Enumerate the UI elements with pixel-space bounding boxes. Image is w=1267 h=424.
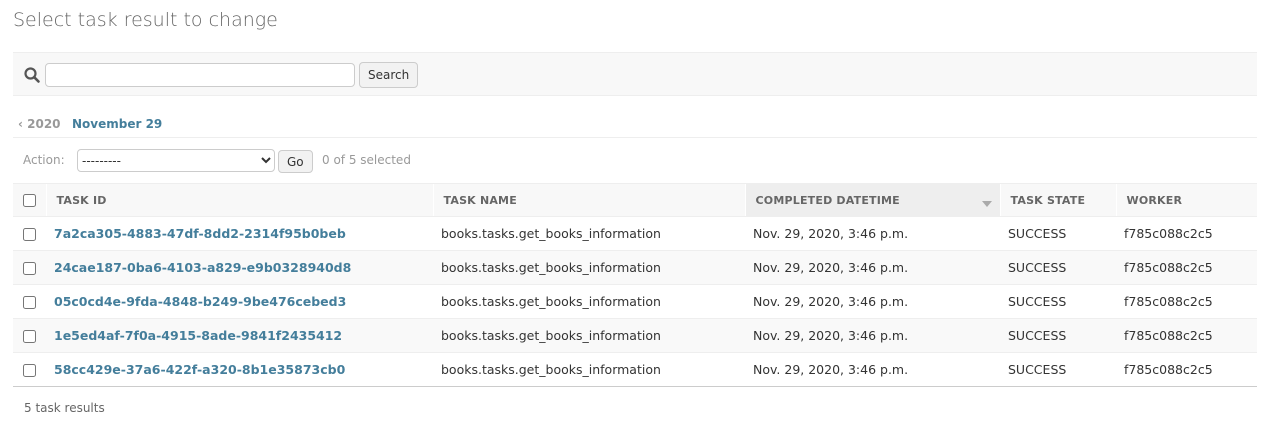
search-icon [23, 66, 41, 84]
completed-cell: Nov. 29, 2020, 3:46 p.m. [745, 216, 1000, 251]
task-id-link[interactable]: 1e5ed4af-7f0a-4915-8ade-9841f2435412 [54, 328, 342, 343]
table-row: 7a2ca305-4883-47df-8dd2-2314f95b0beb boo… [13, 216, 1257, 251]
paginator: 5 task results [24, 401, 105, 415]
worker-cell: f785c088c2c5 [1116, 318, 1257, 353]
task-id-link[interactable]: 7a2ca305-4883-47df-8dd2-2314f95b0beb [54, 226, 346, 241]
state-cell: SUCCESS [1000, 352, 1116, 387]
sort-descending-icon[interactable] [981, 201, 992, 207]
completed-cell: Nov. 29, 2020, 3:46 p.m. [745, 250, 1000, 285]
action-select[interactable]: --------- [77, 149, 275, 172]
row-checkbox[interactable] [23, 228, 36, 241]
table-row: 58cc429e-37a6-422f-a320-8b1e35873cb0 boo… [13, 352, 1257, 387]
table-row: 05c0cd4e-9fda-4848-b249-9be476cebed3 boo… [13, 284, 1257, 319]
column-task-name[interactable]: Task name [432, 183, 745, 217]
search-input[interactable] [45, 63, 355, 87]
row-checkbox[interactable] [23, 330, 36, 343]
task-name-cell: books.tasks.get_books_information [433, 284, 745, 319]
actions-bar: Action: --------- Go 0 of 5 selected [13, 143, 1257, 177]
row-check-cell [13, 318, 46, 353]
column-task-id[interactable]: Task ID [45, 183, 433, 217]
task-id-cell: 05c0cd4e-9fda-4848-b249-9be476cebed3 [46, 284, 433, 319]
table-row: 1e5ed4af-7f0a-4915-8ade-9841f2435412 boo… [13, 318, 1257, 353]
select-all-checkbox[interactable] [23, 193, 36, 207]
column-worker[interactable]: Worker [1115, 183, 1257, 217]
row-checkbox[interactable] [23, 296, 36, 309]
action-label: Action: [23, 153, 65, 167]
search-button[interactable]: Search [359, 62, 419, 88]
row-checkbox[interactable] [23, 364, 36, 377]
table-header-row: Task ID Task name Completed datetime Tas… [13, 183, 1257, 217]
task-id-cell: 7a2ca305-4883-47df-8dd2-2314f95b0beb [46, 216, 433, 251]
row-check-cell [13, 250, 46, 285]
completed-cell: Nov. 29, 2020, 3:46 p.m. [745, 284, 1000, 319]
column-completed-datetime-label: Completed datetime [755, 193, 900, 207]
task-id-link[interactable]: 24cae187-0ba6-4103-a829-e9b0328940d8 [54, 260, 351, 275]
page-title: Select task result to change [13, 9, 278, 31]
selected-count: 0 of 5 selected [322, 153, 411, 167]
select-all-header [13, 183, 46, 217]
state-cell: SUCCESS [1000, 250, 1116, 285]
state-cell: SUCCESS [1000, 284, 1116, 319]
row-check-cell [13, 284, 46, 319]
go-button[interactable]: Go [278, 150, 313, 173]
date-back-link[interactable]: ‹ 2020 [18, 117, 61, 131]
task-name-cell: books.tasks.get_books_information [433, 250, 745, 285]
table-row: 24cae187-0ba6-4103-a829-e9b0328940d8 boo… [13, 250, 1257, 285]
search-toolbar: Search [13, 52, 1257, 96]
row-check-cell [13, 352, 46, 387]
state-cell: SUCCESS [1000, 318, 1116, 353]
completed-cell: Nov. 29, 2020, 3:46 p.m. [745, 352, 1000, 387]
worker-cell: f785c088c2c5 [1116, 250, 1257, 285]
worker-cell: f785c088c2c5 [1116, 216, 1257, 251]
results-table: Task ID Task name Completed datetime Tas… [13, 183, 1257, 387]
task-id-link[interactable]: 05c0cd4e-9fda-4848-b249-9be476cebed3 [54, 294, 346, 309]
task-id-cell: 58cc429e-37a6-422f-a320-8b1e35873cb0 [46, 352, 433, 387]
column-task-state[interactable]: Task state [999, 183, 1116, 217]
worker-cell: f785c088c2c5 [1116, 284, 1257, 319]
row-checkbox[interactable] [23, 262, 36, 275]
task-name-cell: books.tasks.get_books_information [433, 216, 745, 251]
task-name-cell: books.tasks.get_books_information [433, 352, 745, 387]
state-cell: SUCCESS [1000, 216, 1116, 251]
task-id-cell: 24cae187-0ba6-4103-a829-e9b0328940d8 [46, 250, 433, 285]
column-completed-datetime[interactable]: Completed datetime [744, 183, 1000, 217]
row-check-cell [13, 216, 46, 251]
date-hierarchy: ‹ 2020 November 29 [13, 114, 1257, 138]
task-name-cell: books.tasks.get_books_information [433, 318, 745, 353]
task-id-cell: 1e5ed4af-7f0a-4915-8ade-9841f2435412 [46, 318, 433, 353]
date-current: November 29 [72, 117, 163, 131]
completed-cell: Nov. 29, 2020, 3:46 p.m. [745, 318, 1000, 353]
worker-cell: f785c088c2c5 [1116, 352, 1257, 387]
task-id-link[interactable]: 58cc429e-37a6-422f-a320-8b1e35873cb0 [54, 362, 345, 377]
